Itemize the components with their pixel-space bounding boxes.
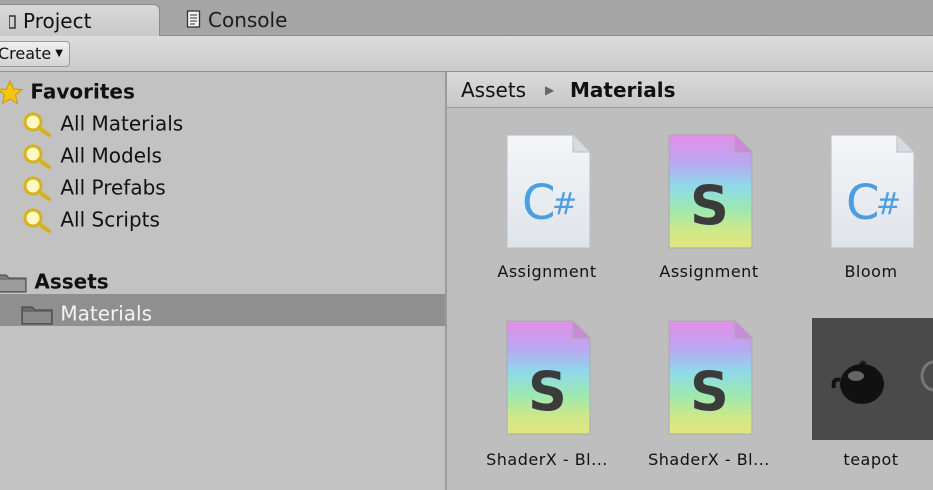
favorite-label: All Materials (60, 111, 184, 136)
shader-icon: S (506, 320, 591, 435)
breadcrumb-arrow-icon: ▶ (545, 83, 555, 97)
create-button-label: Create (0, 44, 52, 63)
assets-folder[interactable]: Assets (0, 264, 109, 296)
project-window: Project Console Create ▼ Favorites All M… (0, 0, 933, 490)
search-icon (23, 208, 51, 233)
svg-text:#: # (876, 187, 901, 222)
toolbar: Create ▼ (0, 36, 933, 72)
svg-text:S: S (690, 174, 729, 237)
tab-project-label: Project (23, 9, 92, 33)
teapot-preview (812, 318, 933, 440)
asset-item[interactable]: S ShaderX - Bl... (472, 320, 622, 480)
console-icon (186, 6, 202, 38)
search-icon (23, 112, 51, 137)
tab-strip: Project Console (0, 0, 933, 36)
favorite-label: All Prefabs (60, 175, 166, 200)
search-icon (23, 176, 51, 201)
favorite-item-all-models[interactable]: All Models (22, 138, 162, 170)
tab-project[interactable]: Project (0, 4, 160, 36)
svg-text:S: S (690, 360, 729, 423)
asset-item[interactable]: C # Bloom (796, 132, 933, 292)
asset-label: teapot (843, 450, 899, 469)
svg-text:C: C (522, 175, 556, 231)
favorite-label: All Scripts (60, 207, 160, 232)
breadcrumb: Assets ▶ Materials (447, 72, 933, 108)
svg-text:C: C (846, 175, 880, 231)
svg-text:S: S (528, 360, 567, 423)
tab-console[interactable]: Console (186, 4, 386, 36)
favorite-item-all-scripts[interactable]: All Scripts (22, 202, 160, 234)
assets-label: Assets (34, 269, 109, 294)
asset-item[interactable]: C # Assignment (472, 132, 622, 292)
folder-icon (0, 274, 27, 292)
breadcrumb-current: Materials (570, 78, 676, 102)
asset-label: ShaderX - Bl... (648, 450, 770, 469)
asset-item[interactable]: S ShaderX - Bl... (634, 320, 784, 480)
materials-folder[interactable]: Materials (20, 296, 152, 328)
favorite-item-all-prefabs[interactable]: All Prefabs (22, 170, 166, 202)
csharp-script-icon: C # (506, 134, 591, 249)
star-icon (0, 79, 24, 105)
tab-console-label: Console (208, 8, 288, 32)
favorites-header[interactable]: Favorites (0, 74, 135, 106)
favorite-label: All Models (60, 143, 162, 168)
materials-label: Materials (60, 301, 153, 326)
favorites-label: Favorites (30, 79, 135, 104)
create-button[interactable]: Create ▼ (0, 41, 70, 67)
asset-label: ShaderX - Bl... (486, 450, 608, 469)
asset-item[interactable]: teapot (796, 318, 933, 480)
asset-browser: Assets ▶ Materials C # Assignment S Assi… (447, 72, 933, 490)
search-icon (23, 144, 51, 169)
asset-label: Assignment (497, 262, 597, 281)
project-icon (8, 7, 17, 39)
breadcrumb-root[interactable]: Assets (461, 72, 526, 108)
asset-label: Assignment (659, 262, 759, 281)
dropdown-arrow-icon: ▼ (55, 48, 63, 59)
svg-text:#: # (552, 187, 577, 222)
csharp-script-icon: C # (830, 134, 915, 249)
favorite-item-all-materials[interactable]: All Materials (22, 106, 183, 138)
folder-tree: Favorites All Materials All Models All P… (0, 72, 447, 490)
asset-label: Bloom (844, 262, 898, 281)
folder-icon (21, 306, 53, 324)
shader-icon: S (668, 134, 753, 249)
shader-icon: S (668, 320, 753, 435)
asset-item[interactable]: S Assignment (634, 132, 784, 292)
